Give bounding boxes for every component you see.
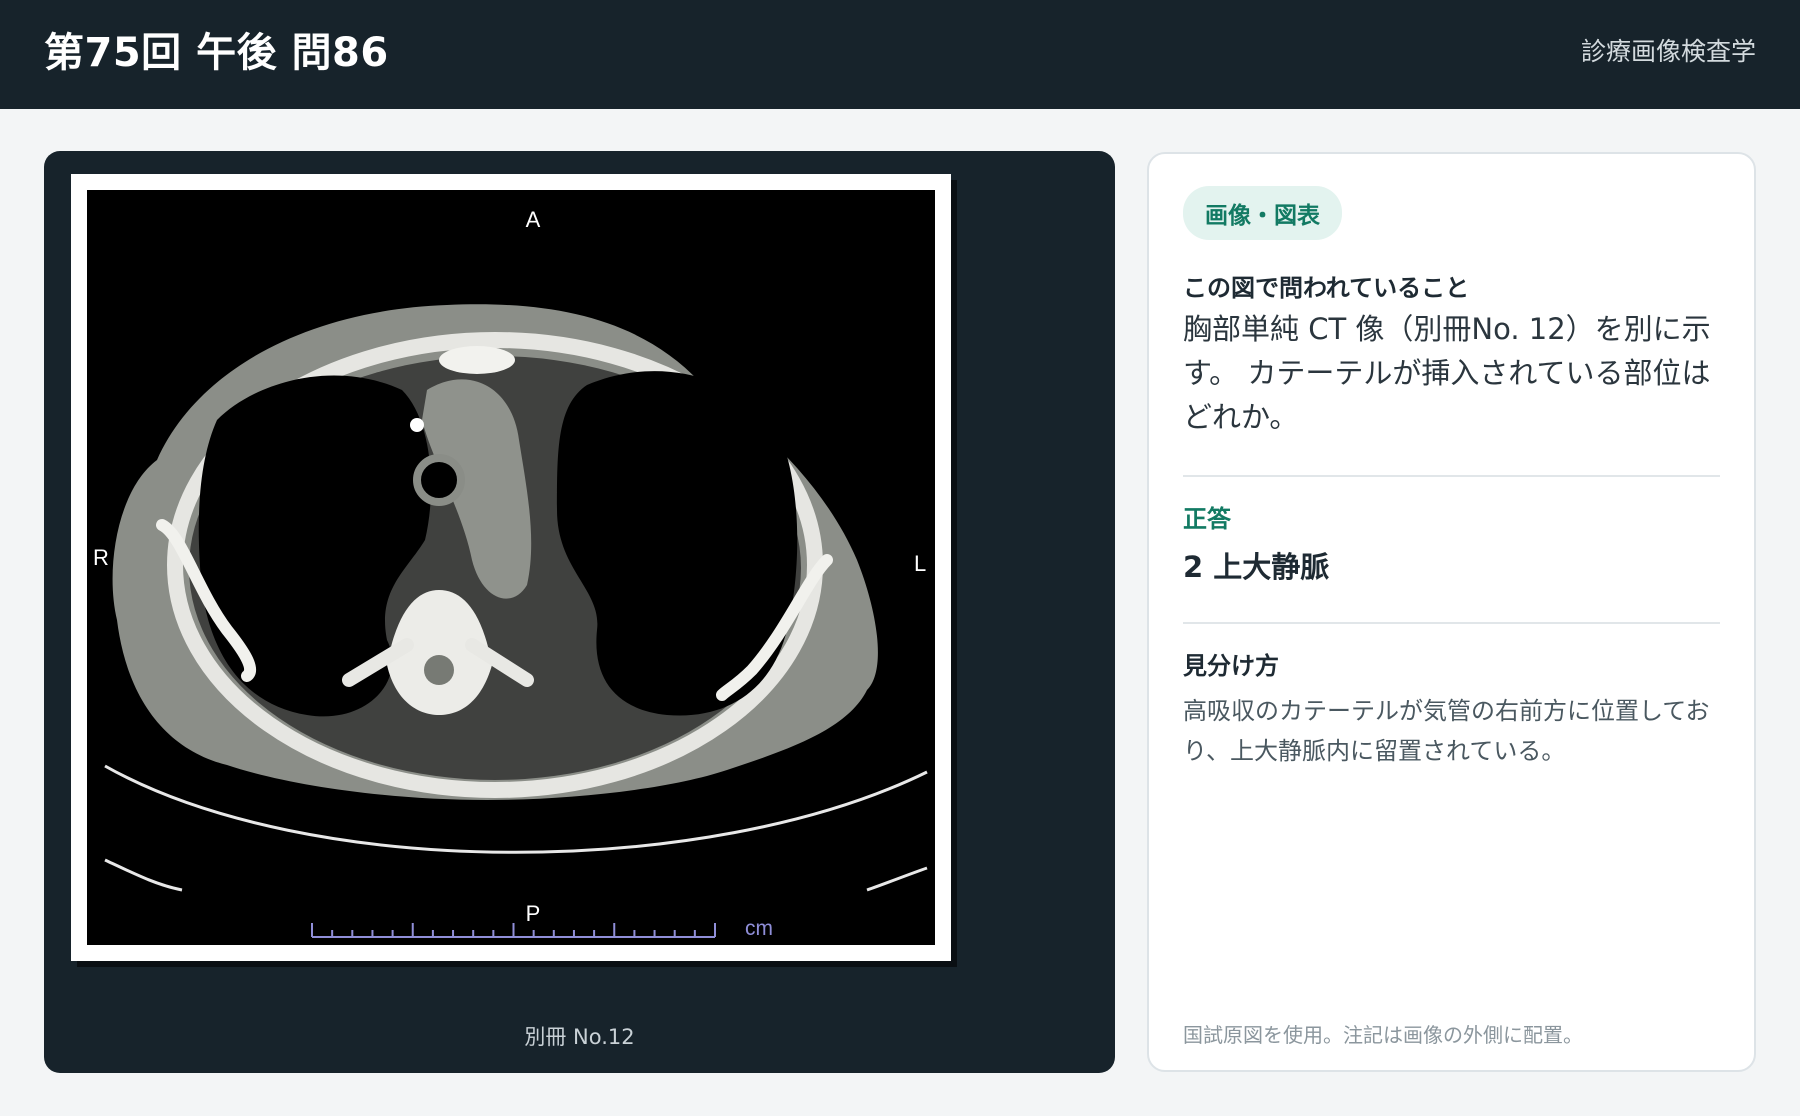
subject-label: 診療画像検査学 <box>1580 36 1756 66</box>
header-bar: 第75回 午後 問86 診療画像検査学 <box>0 0 1800 109</box>
orientation-anterior: A <box>526 207 541 232</box>
ct-image-frame: A P R L cm <box>71 174 951 961</box>
orientation-posterior: P <box>526 901 541 926</box>
trachea <box>413 454 465 506</box>
question-label: この図で問われていること <box>1183 274 1470 302</box>
divider <box>1183 475 1720 477</box>
image-caption: 別冊 No.12 <box>524 1025 635 1049</box>
page-title: 第75回 午後 問86 <box>44 29 389 76</box>
divider <box>1183 622 1720 624</box>
catheter-spot <box>410 418 424 432</box>
scale-unit: cm <box>745 917 773 940</box>
footnote: 国試原図を使用。注記は画像の外側に配置。 <box>1183 1023 1583 1047</box>
scale-ruler <box>311 923 716 938</box>
explanation-text: 高吸収のカテーテルが気管の右前方に位置しており、上大静脈内に留置されている。 <box>1183 697 1710 765</box>
answer-text: 2 上大静脈 <box>1183 550 1330 584</box>
category-badge: 画像・図表 <box>1183 186 1342 240</box>
explanation-label: 見分け方 <box>1183 652 1279 680</box>
ct-table-lower <box>104 858 183 892</box>
info-panel: 画像・図表 この図で問われていること 胸部単純 CT 像（別冊No. 12）を別… <box>1147 152 1756 1072</box>
orientation-left: L <box>914 551 926 576</box>
question-text: 胸部単純 CT 像（別冊No. 12）を別に示す。 カテーテルが挿入されている部… <box>1183 312 1711 434</box>
image-panel: A P R L cm 別冊 No.12 <box>44 151 1115 1073</box>
sternum <box>439 346 515 374</box>
answer-label: 正答 <box>1183 505 1231 533</box>
ct-image: A P R L cm <box>87 190 935 945</box>
ct-scan-illustration: A P R L cm <box>93 207 928 940</box>
orientation-right: R <box>93 545 109 570</box>
